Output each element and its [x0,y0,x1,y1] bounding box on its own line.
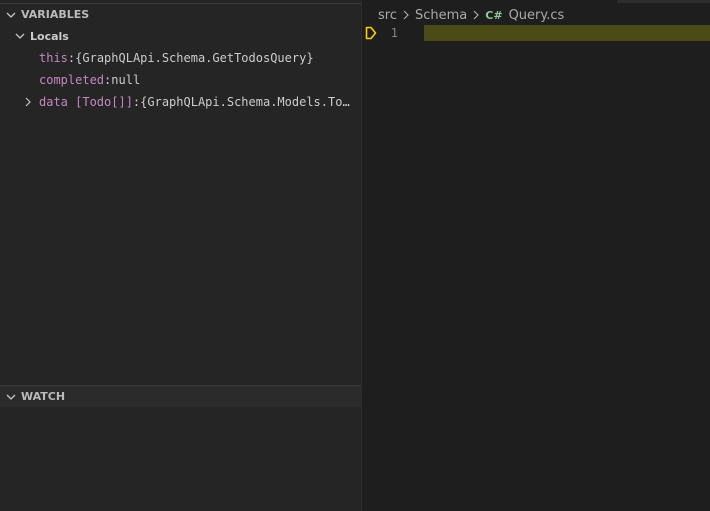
chevron-down-icon [6,12,16,18]
tabs-strip [617,0,710,3]
variable-row-this[interactable]: this: {GraphQLApi.Schema.GetTodosQuery} [0,47,400,69]
scope-label: Locals [30,29,69,43]
variable-value: null [111,73,141,87]
variable-value: {GraphQLApi.Schema.GetTodosQuery} [75,51,314,65]
editor: src Schema C# Query.cs 1 [362,0,710,511]
variable-separator: : [132,95,141,109]
variable-value: {GraphQLApi.Schema.Models.Tod… [140,95,357,109]
breadcrumb-item-schema[interactable]: Schema [415,8,467,23]
breadcrumb-item-src[interactable]: src [378,8,397,23]
breadcrumb-item-file[interactable]: Query.cs [509,8,565,23]
chevron-down-icon [6,394,16,400]
variable-row-completed[interactable]: completed: null [0,69,400,91]
variables-section-title: VARIABLES [21,8,90,21]
chevron-down-icon [15,33,25,39]
breadcrumb: src Schema C# Query.cs [378,5,564,25]
chevron-right-icon [473,10,480,20]
chevron-right-icon [403,10,409,20]
variable-name: this [39,51,68,65]
variable-separator: : [67,51,76,65]
watch-section-title: WATCH [21,390,66,403]
variable-name: completed [39,73,105,87]
variables-section-header[interactable]: VARIABLES [0,3,361,25]
scope-locals[interactable]: Locals [0,25,361,47]
variable-row-data[interactable]: data [Todo[]]: {GraphQLApi.Schema.Models… [0,91,384,113]
debug-stackframe-icon [365,26,377,40]
csharp-file-icon: C# [485,8,503,22]
watch-section-header[interactable]: WATCH [0,385,361,407]
editor-line-1[interactable]: 1 [362,25,710,41]
chevron-right-icon[interactable] [23,97,33,107]
debug-sidebar: VARIABLES Locals this: {GraphQLApi.Schem… [0,0,361,511]
variable-separator: : [104,73,112,87]
current-line-highlight [424,25,710,41]
line-number: 1 [390,26,398,40]
variable-name: data [Todo[]] [39,95,133,109]
